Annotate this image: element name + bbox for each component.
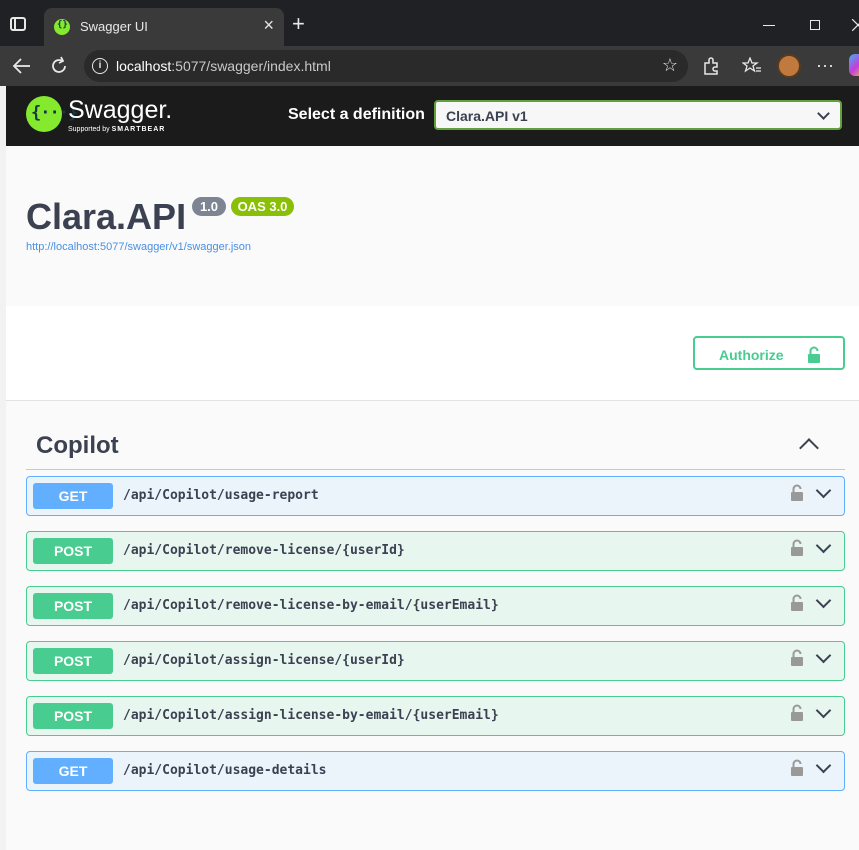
unlock-icon[interactable] <box>790 649 804 667</box>
spec-url-link[interactable]: http://localhost:5077/swagger/v1/swagger… <box>26 241 251 253</box>
api-title: Clara.API <box>26 196 187 237</box>
unlock-icon[interactable] <box>790 594 804 612</box>
browser-tab-bar: Swagger UI × + <box>0 0 859 46</box>
swagger-topbar: {···} Swagger. Supported by SMARTBEAR Se… <box>6 86 859 146</box>
operation-row[interactable]: POST /api/Copilot/remove-license/{userId… <box>26 531 845 571</box>
swagger-favicon-icon <box>54 19 70 35</box>
swagger-logo-sub: Supported by SMARTBEAR <box>68 126 166 133</box>
method-badge: POST <box>33 703 113 729</box>
tab-close-button[interactable]: × <box>263 16 274 34</box>
extensions-icon[interactable] <box>702 57 720 75</box>
scheme-container: Authorize <box>6 306 859 401</box>
api-info: Clara.API 1.0 OAS 3.0 http://localhost:5… <box>6 146 859 306</box>
close-window-icon[interactable] <box>852 19 859 31</box>
address-url[interactable]: localhost:5077/swagger/index.html <box>116 58 331 74</box>
reload-icon[interactable] <box>49 56 69 76</box>
swagger-logo-text: Swagger. <box>68 96 173 124</box>
tag-title[interactable]: Copilot <box>36 432 119 460</box>
favorite-star-icon[interactable]: ☆ <box>662 55 678 76</box>
chevron-down-icon[interactable] <box>815 482 832 499</box>
sidebar-toggle-icon[interactable] <box>10 17 26 31</box>
maximize-icon[interactable] <box>810 20 820 30</box>
definition-label: Select a definition <box>288 106 425 123</box>
profile-avatar[interactable] <box>777 54 801 78</box>
unlock-icon[interactable] <box>790 759 804 777</box>
operation-path: /api/Copilot/remove-license-by-email/{us… <box>123 598 499 613</box>
version-badge: 1.0 <box>192 197 226 216</box>
tab-title: Swagger UI <box>80 19 148 34</box>
definition-select[interactable]: Clara.API v1 <box>434 100 842 130</box>
operation-row[interactable]: POST /api/Copilot/assign-license-by-emai… <box>26 696 845 736</box>
method-badge: POST <box>33 648 113 674</box>
method-badge: GET <box>33 483 113 509</box>
unlock-icon[interactable] <box>790 704 804 722</box>
copilot-icon[interactable] <box>849 54 859 76</box>
operation-path: /api/Copilot/assign-license/{userId} <box>123 653 405 668</box>
back-icon[interactable] <box>12 57 32 75</box>
method-badge: GET <box>33 758 113 784</box>
swagger-logo-icon: {···} <box>26 96 78 132</box>
site-info-icon[interactable]: i <box>92 58 108 74</box>
more-menu-icon[interactable]: ··· <box>816 54 834 76</box>
unlock-icon[interactable] <box>790 484 804 502</box>
tag-divider <box>26 469 845 470</box>
chevron-down-icon[interactable] <box>815 702 832 719</box>
address-bar[interactable]: i localhost:5077/swagger/index.html ☆ <box>84 50 688 82</box>
operation-path: /api/Copilot/remove-license/{userId} <box>123 543 405 558</box>
browser-nav-bar: i localhost:5077/swagger/index.html ☆ ··… <box>0 46 859 86</box>
operation-row[interactable]: GET /api/Copilot/usage-details <box>26 751 845 791</box>
operation-path: /api/Copilot/assign-license-by-email/{us… <box>123 708 499 723</box>
operation-row[interactable]: POST /api/Copilot/remove-license-by-emai… <box>26 586 845 626</box>
chevron-down-icon <box>817 107 830 120</box>
browser-tab[interactable]: Swagger UI × <box>44 8 284 46</box>
definition-select-value: Clara.API v1 <box>446 108 528 124</box>
chevron-down-icon[interactable] <box>815 757 832 774</box>
oas-badge: OAS 3.0 <box>231 197 294 216</box>
minimize-icon[interactable] <box>763 25 775 26</box>
new-tab-button[interactable]: + <box>292 13 305 35</box>
operation-row[interactable]: POST /api/Copilot/assign-license/{userId… <box>26 641 845 681</box>
authorize-label: Authorize <box>719 347 784 363</box>
chevron-down-icon[interactable] <box>815 537 832 554</box>
unlock-icon[interactable] <box>790 539 804 557</box>
favorites-icon[interactable] <box>742 57 762 75</box>
operation-row[interactable]: GET /api/Copilot/usage-report <box>26 476 845 516</box>
chevron-down-icon[interactable] <box>815 647 832 664</box>
method-badge: POST <box>33 593 113 619</box>
operation-path: /api/Copilot/usage-report <box>123 488 319 503</box>
operation-path: /api/Copilot/usage-details <box>123 763 327 778</box>
chevron-down-icon[interactable] <box>815 592 832 609</box>
authorize-button[interactable]: Authorize <box>693 336 845 370</box>
unlock-icon <box>808 346 820 363</box>
method-badge: POST <box>33 538 113 564</box>
chevron-up-icon[interactable] <box>799 438 819 458</box>
